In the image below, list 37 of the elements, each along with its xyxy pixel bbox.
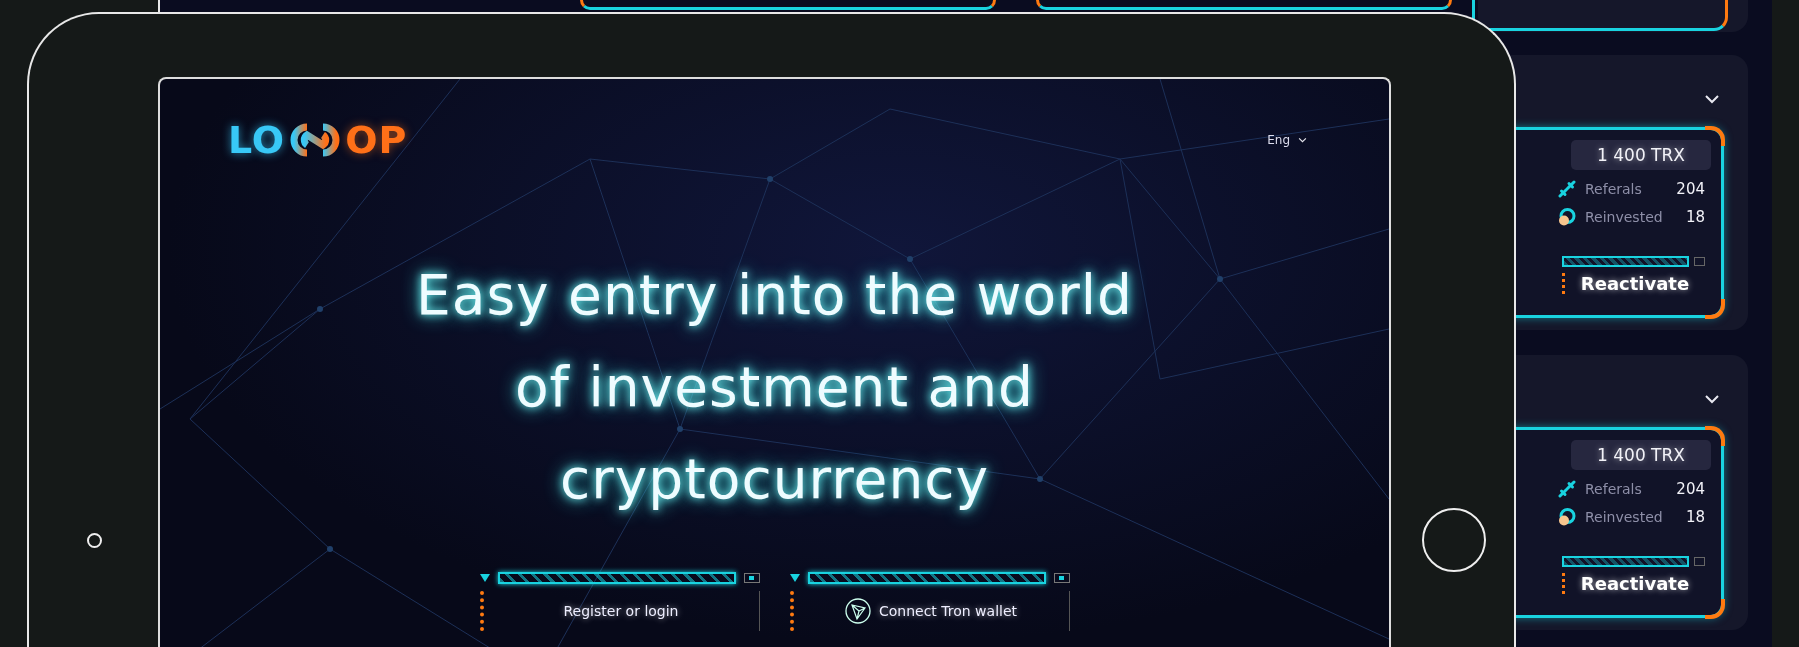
- action-button[interactable]: Connect Tron wallet: [789, 571, 1070, 631]
- logo-text: LO: [228, 118, 286, 162]
- stat-value: 18: [1685, 208, 1705, 226]
- amount-badge: 1 400 TRX: [1571, 440, 1711, 470]
- corner-accent: [1705, 599, 1725, 619]
- home-button[interactable]: [1422, 508, 1486, 572]
- triangle-icon: [479, 574, 490, 582]
- corner-accent: [1705, 299, 1725, 319]
- square-icon: [1694, 257, 1705, 266]
- language-selector[interactable]: Eng: [1261, 132, 1313, 148]
- camera-icon: [87, 533, 102, 548]
- stat-label: Referals: [1585, 181, 1643, 197]
- stat-label: Reinvested: [1585, 509, 1664, 525]
- stat-label: Reinvested: [1585, 209, 1664, 225]
- logo[interactable]: LO OP: [228, 118, 408, 162]
- stat-value: 204: [1676, 480, 1705, 498]
- square-icon: [1053, 573, 1070, 583]
- triangle-icon: [789, 574, 800, 582]
- hero-headline: Easy entry into the world of investment and cryptocurrency: [414, 262, 1135, 513]
- stat-label: Referals: [1585, 481, 1643, 497]
- stat-value: 204: [1676, 180, 1705, 198]
- chevron-down-icon[interactable]: [1298, 137, 1307, 143]
- stat-value: 18: [1685, 508, 1705, 526]
- amount-badge: 1 400 TRX: [1571, 140, 1711, 170]
- logo-text: OP: [345, 118, 408, 162]
- reactivate-button[interactable]: Reactivate: [1562, 550, 1705, 600]
- action-button[interactable]: Register or login: [479, 571, 760, 631]
- chevron-down-icon[interactable]: [1704, 94, 1720, 104]
- chevron-down-icon[interactable]: [1704, 394, 1720, 404]
- link-icon: [1558, 480, 1576, 498]
- reactivate-button[interactable]: Reactivate: [1562, 250, 1705, 300]
- coin-icon: [1558, 508, 1576, 526]
- triangle-logo-icon: [844, 598, 871, 624]
- link-icon: [1558, 180, 1576, 198]
- square-icon: [743, 573, 760, 583]
- coin-icon: [1558, 208, 1576, 226]
- square-icon: [1694, 557, 1705, 566]
